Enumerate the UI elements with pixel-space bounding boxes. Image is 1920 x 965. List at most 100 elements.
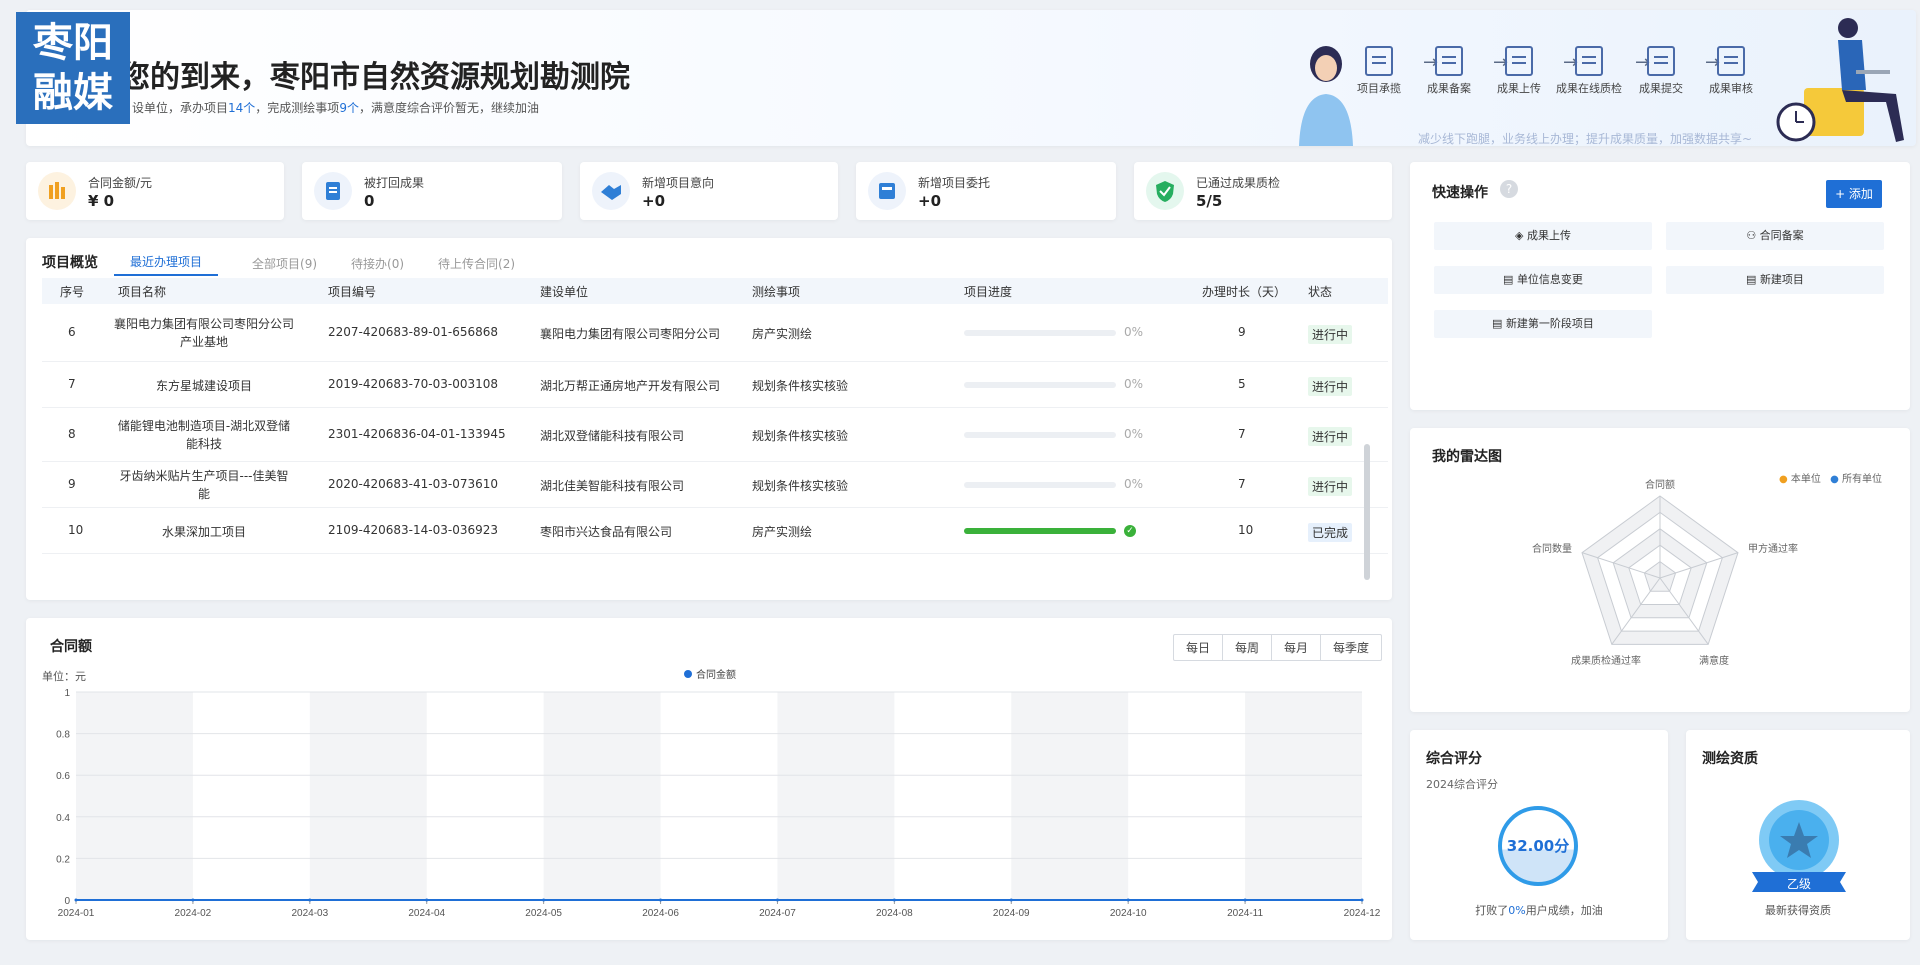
band — [1011, 692, 1129, 900]
stat-value: ¥ 0 — [88, 192, 115, 210]
score-subtitle: 2024综合评分 — [1426, 778, 1498, 791]
cell-code: 2019-420683-70-03-003108 — [328, 377, 499, 391]
quick-title: 快速操作 — [1432, 185, 1488, 201]
upload-result-button[interactable]: ◈ 成果上传 — [1434, 222, 1652, 250]
cell-item: 规划条件核实核验 — [752, 479, 849, 493]
inbox-icon — [868, 172, 906, 210]
data-point — [1360, 898, 1364, 902]
cell-days: 7 — [1238, 477, 1246, 491]
score-title: 综合评分 — [1426, 751, 1482, 767]
cell-unit: 湖北佳美智能科技有限公司 — [540, 479, 685, 493]
cell-name: 储能锂电池制造项目-湖北双登储能科技 — [117, 419, 291, 451]
cell-item: 房产实测绘 — [752, 525, 813, 539]
cell-name: 东方星城建设项目 — [155, 379, 252, 393]
subtitle-text-c: ，满意度综合评价暂无，继续加油 — [358, 101, 539, 115]
cell-unit: 湖北万帮正通房地产开发有限公司 — [540, 379, 721, 393]
welcome-subtitle: 设单位，承办项目14个，完成测绘事项9个，满意度综合评价暂无，继续加油 — [132, 99, 539, 116]
cell-code: 2020-420683-41-03-073610 — [328, 477, 499, 491]
project-overview: 项目概览 最近办理项目 全部项目(9) 待接办(0) 待上传合同(2) 序号 项… — [26, 238, 1392, 600]
doc-icon: ▤ — [1492, 317, 1506, 330]
stat-value: +0 — [918, 192, 942, 210]
btn-label: 新建项目 — [1759, 273, 1804, 286]
stat-label: 被打回成果 — [364, 176, 425, 190]
tab-all[interactable]: 全部项目(9) — [252, 255, 317, 276]
footer-text: 打败了 — [1475, 904, 1509, 917]
project-tabs: 项目概览 最近办理项目 全部项目(9) 待接办(0) 待上传合同(2) — [42, 252, 549, 276]
x-tick-label: 2024-03 — [291, 908, 328, 919]
status-badge: 进行中 — [1308, 325, 1353, 344]
document-icon — [1365, 46, 1393, 76]
tab-upload-contract[interactable]: 待上传合同(2) — [438, 255, 515, 276]
band — [777, 692, 895, 900]
coins-icon — [38, 172, 76, 210]
y-tick-label: 0.2 — [56, 854, 70, 865]
help-icon[interactable]: ? — [1500, 180, 1518, 198]
document-return-icon — [314, 172, 352, 210]
qual-footer: 最新获得资质 — [1765, 904, 1831, 917]
x-tick-label: 2024-05 — [525, 908, 562, 919]
table-row[interactable]: 6 襄阳电力集团有限公司枣阳分公司产业基地 2207-420683-89-01-65… — [42, 304, 1388, 362]
subtitle-text-b: ，完成测绘事项 — [255, 101, 340, 115]
footer-text: 用户成绩，加油 — [1525, 904, 1603, 917]
progress-bar — [964, 432, 1116, 438]
new-project-button[interactable]: ▤ 新建项目 — [1666, 266, 1884, 294]
contract-record-button[interactable]: ⚇ 合同备案 — [1666, 222, 1884, 250]
data-point — [1009, 898, 1013, 902]
status-badge: 进行中 — [1308, 477, 1353, 496]
layers-icon: ◈ — [1515, 229, 1527, 242]
progress-bar — [964, 330, 1116, 336]
x-tick-label: 2024-10 — [1110, 908, 1147, 919]
status-badge: 进行中 — [1308, 427, 1353, 446]
flow-step-4: 成果在线质检 — [1554, 46, 1624, 96]
data-point — [308, 898, 312, 902]
x-tick-label: 2024-04 — [408, 908, 445, 919]
table-row[interactable]: 10 水果深加工项目 2109-420683-14-03-036923 枣阳市兴达食品… — [42, 508, 1388, 554]
progress-bar — [964, 482, 1116, 488]
table-scrollbar[interactable] — [1364, 444, 1370, 580]
submit-icon — [1647, 46, 1675, 76]
qualification-card: 测绘资质 乙级 最新获得资质 — [1686, 730, 1910, 940]
flow-step-label: 成果上传 — [1497, 82, 1541, 95]
doc-icon: ▤ — [1503, 273, 1517, 286]
cell-item: 房产实测绘 — [752, 327, 813, 341]
table-row[interactable]: 7 东方星城建设项目 2019-420683-70-03-003108 湖北万帮正通房… — [42, 362, 1388, 408]
cell-unit: 襄阳电力集团有限公司枣阳分公司 — [540, 327, 721, 341]
x-tick-label: 2024-11 — [1227, 908, 1263, 919]
y-tick-label: 0.8 — [56, 730, 70, 741]
unit-change-button[interactable]: ▤ 单位信息变更 — [1434, 266, 1652, 294]
progress-bar — [964, 382, 1116, 388]
stat-label: 新增项目意向 — [642, 176, 715, 190]
col-days: 办理时长（天） — [1202, 284, 1287, 299]
cell-days: 9 — [1238, 325, 1246, 339]
slogan: 减少线下跑腿，业务线上办理；提升成果质量，加强数据共享~ — [1418, 132, 1753, 146]
col-name: 项目名称 — [118, 284, 167, 299]
project-count: 14个 — [228, 101, 256, 115]
tab-recent[interactable]: 最近办理项目 — [114, 253, 219, 276]
beat-percent: 0% — [1508, 904, 1526, 917]
doc-icon: ▤ — [1746, 273, 1760, 286]
table-row[interactable]: 8 储能锂电池制造项目-湖北双登储能科技 2301-4206836-04-01-13… — [42, 408, 1388, 462]
stat-label: 已通过成果质检 — [1196, 176, 1281, 190]
x-tick-label: 2024-09 — [993, 908, 1030, 919]
x-tick-label: 2024-01 — [58, 908, 95, 919]
man-illustration — [1776, 18, 1904, 142]
stat-contract-amount: 合同金额/元 ¥ 0 — [26, 162, 284, 220]
progress-text: 0% — [1124, 325, 1144, 339]
upload-icon — [1505, 46, 1533, 76]
radar-axis-label: 成果质检通过率 — [1571, 654, 1641, 667]
contract-chart-card: 合同额 每日 每周 每月 每季度 单位：元 0 0.2 0.4 0.6 0.8 1 2024… — [26, 618, 1392, 940]
flow-step-1: 项目承揽 — [1344, 46, 1414, 96]
score-footer: 打败了0%用户成绩，加油 — [1410, 902, 1668, 918]
stat-value: 5/5 — [1196, 192, 1223, 210]
band — [543, 692, 661, 900]
new-phase-project-button[interactable]: ▤ 新建第一阶段项目 — [1434, 310, 1652, 338]
add-button[interactable]: + 添加 — [1826, 180, 1882, 208]
table-row[interactable]: 9 牙齿纳米贴片生产项目---佳美智能 2020-420683-41-03-0736… — [42, 462, 1388, 508]
y-tick-label: 1 — [64, 688, 70, 699]
cell-item: 规划条件核实核验 — [752, 429, 849, 443]
flow-step-2: 成果备案 — [1414, 46, 1484, 96]
inspect-icon — [1575, 46, 1603, 76]
tab-pending[interactable]: 待接办(0) — [351, 255, 404, 276]
data-point — [542, 898, 546, 902]
cell-no: 6 — [68, 325, 76, 339]
